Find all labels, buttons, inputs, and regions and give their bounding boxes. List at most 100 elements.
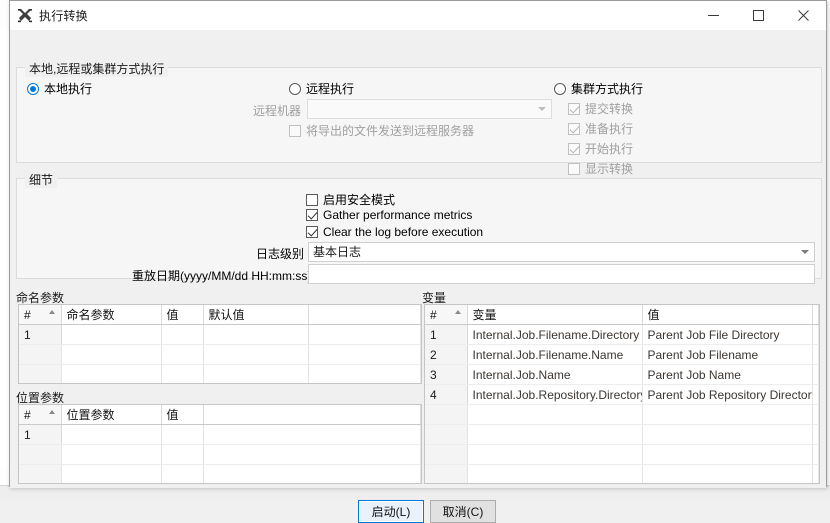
position-params-row-0-name[interactable] xyxy=(61,425,161,445)
variables-header-row: # 变量 值 xyxy=(425,305,819,325)
sort-caret-icon xyxy=(49,410,55,414)
named-params-col-value[interactable]: 值 xyxy=(161,305,203,325)
radio-cluster-label: 集群方式执行 xyxy=(571,80,643,97)
radio-cluster-execution[interactable]: 集群方式执行 xyxy=(554,80,643,97)
variables-row-2-value[interactable]: Parent Job Name xyxy=(642,365,812,385)
checkbox-cluster-start-execution[interactable]: 开始执行 xyxy=(568,140,633,157)
named-params-col-filler xyxy=(308,305,421,325)
checkbox-cluster-prepare-execution[interactable]: 准备执行 xyxy=(568,120,633,137)
variables-row-1-name[interactable]: Internal.Job.Filename.Name xyxy=(467,345,642,365)
variables-row-0-name[interactable]: Internal.Job.Filename.Directory xyxy=(467,325,642,345)
variables-row-2-filler xyxy=(812,365,819,385)
details-group-title: 细节 xyxy=(25,171,57,188)
send-export-checkbox-indicator xyxy=(289,125,301,137)
execution-mode-group: 本地,远程或集群方式执行 本地执行 远程执行 远程机器 将导出的文件发送到远程服… xyxy=(16,67,822,163)
named-params-row-0-filler xyxy=(308,325,421,345)
minimize-button[interactable] xyxy=(691,1,736,30)
radio-remote-label: 远程执行 xyxy=(306,80,354,97)
table-row[interactable]: 1 xyxy=(19,425,421,445)
named-params-col-default[interactable]: 默认值 xyxy=(203,305,308,325)
cluster-option-0-label: 提交转换 xyxy=(585,100,633,117)
send-export-label: 将导出的文件发送到远程服务器 xyxy=(306,122,474,139)
position-params-col-name[interactable]: 位置参数 xyxy=(61,405,161,425)
table-row xyxy=(425,425,819,445)
table-row xyxy=(19,345,421,365)
cluster-option-1-label: 准备执行 xyxy=(585,120,633,137)
transformation-icon xyxy=(17,8,33,24)
variables-row-0-index: 1 xyxy=(425,325,467,345)
sort-caret-icon xyxy=(455,310,461,314)
table-row xyxy=(19,465,421,485)
position-params-table[interactable]: # 位置参数 值 1 xyxy=(18,404,422,484)
variables-row-3-index: 4 xyxy=(425,385,467,405)
named-params-col-index[interactable]: # xyxy=(19,305,61,325)
cluster-option-2-indicator xyxy=(568,143,580,155)
safe-mode-label: 启用安全模式 xyxy=(323,191,395,208)
dialog-body: 本地,远程或集群方式执行 本地执行 远程执行 远程机器 将导出的文件发送到远程服… xyxy=(10,31,826,488)
cluster-option-2-label: 开始执行 xyxy=(585,140,633,157)
radio-local-label: 本地执行 xyxy=(44,80,92,97)
named-params-table[interactable]: # 命名参数 值 默认值 1 xyxy=(18,304,422,384)
radio-local-execution[interactable]: 本地执行 xyxy=(27,80,92,97)
position-params-body: 1 xyxy=(19,425,421,485)
checkbox-cluster-show-transformation[interactable]: 显示转换 xyxy=(568,160,633,177)
table-row[interactable]: 1 xyxy=(19,325,421,345)
variables-body: 1 Internal.Job.Filename.Directory Parent… xyxy=(425,325,819,485)
named-params-row-0-name[interactable] xyxy=(61,325,161,345)
details-group: 细节 启用安全模式 Gather performance metrics Cle… xyxy=(16,178,822,279)
radio-cluster-indicator xyxy=(554,83,566,95)
checkbox-send-export-to-remote[interactable]: 将导出的文件发送到远程服务器 xyxy=(289,122,474,139)
remote-machine-label: 远程机器 xyxy=(233,102,301,119)
position-params-row-0-value[interactable] xyxy=(161,425,203,445)
variables-table[interactable]: # 变量 值 1 Internal.Job.Filename.Directory… xyxy=(424,304,820,484)
table-row[interactable]: 3 Internal.Job.Name Parent Job Name xyxy=(425,365,819,385)
variables-row-2-name[interactable]: Internal.Job.Name xyxy=(467,365,642,385)
position-params-row-0-index: 1 xyxy=(19,425,61,445)
variables-col-index[interactable]: # xyxy=(425,305,467,325)
replay-date-input[interactable] xyxy=(308,264,815,284)
variables-row-3-value[interactable]: Parent Job Repository Directory xyxy=(642,385,812,405)
position-params-col-index-label: # xyxy=(24,408,31,422)
log-level-value: 基本日志 xyxy=(313,245,361,259)
safe-mode-checkbox-indicator xyxy=(306,194,318,206)
variables-row-3-name[interactable]: Internal.Job.Repository.Directory xyxy=(467,385,642,405)
variables-col-value[interactable]: 值 xyxy=(642,305,812,325)
cancel-button[interactable]: 取消(C) xyxy=(430,500,496,523)
title-bar[interactable]: 执行转换 xyxy=(10,1,826,31)
execute-transformation-dialog: 执行转换 本地,远程或集群方式执行 本地执行 xyxy=(9,0,827,487)
start-button[interactable]: 启动(L) xyxy=(358,500,424,523)
sort-caret-icon xyxy=(49,310,55,314)
named-params-row-0-default[interactable] xyxy=(203,325,308,345)
log-level-combo[interactable]: 基本日志 xyxy=(308,242,815,262)
named-params-row-0-value[interactable] xyxy=(161,325,203,345)
table-row[interactable]: 4 Internal.Job.Repository.Directory Pare… xyxy=(425,385,819,405)
replay-date-label: 重放日期(yyyy/MM/dd HH:mm:ss) xyxy=(132,267,304,284)
radio-remote-execution[interactable]: 远程执行 xyxy=(289,80,354,97)
cluster-option-3-indicator xyxy=(568,163,580,175)
clear-log-label: Clear the log before execution xyxy=(323,225,483,239)
position-params-col-value[interactable]: 值 xyxy=(161,405,203,425)
maximize-button[interactable] xyxy=(736,1,781,30)
table-row[interactable]: 2 Internal.Job.Filename.Name Parent Job … xyxy=(425,345,819,365)
table-row xyxy=(425,465,819,485)
named-params-header-row: # 命名参数 值 默认值 xyxy=(19,305,421,325)
window-controls xyxy=(691,1,826,30)
checkbox-clear-log-before-execution[interactable]: Clear the log before execution xyxy=(306,225,483,239)
close-button[interactable] xyxy=(781,1,826,30)
variables-row-0-filler xyxy=(812,325,819,345)
checkbox-gather-performance-metrics[interactable]: Gather performance metrics xyxy=(306,208,472,222)
variables-col-name[interactable]: 变量 xyxy=(467,305,642,325)
cluster-option-1-indicator xyxy=(568,123,580,135)
variables-row-0-value[interactable]: Parent Job File Directory xyxy=(642,325,812,345)
remote-machine-combo[interactable] xyxy=(307,99,552,119)
position-params-col-index[interactable]: # xyxy=(19,405,61,425)
checkbox-safe-mode[interactable]: 启用安全模式 xyxy=(306,191,395,208)
variables-row-1-value[interactable]: Parent Job Filename xyxy=(642,345,812,365)
gather-metrics-label: Gather performance metrics xyxy=(323,208,472,222)
named-params-col-name[interactable]: 命名参数 xyxy=(61,305,161,325)
variables-row-1-index: 2 xyxy=(425,345,467,365)
table-row xyxy=(425,445,819,465)
checkbox-cluster-post-transformation[interactable]: 提交转换 xyxy=(568,100,633,117)
clear-log-checkbox-indicator xyxy=(306,226,318,238)
table-row[interactable]: 1 Internal.Job.Filename.Directory Parent… xyxy=(425,325,819,345)
